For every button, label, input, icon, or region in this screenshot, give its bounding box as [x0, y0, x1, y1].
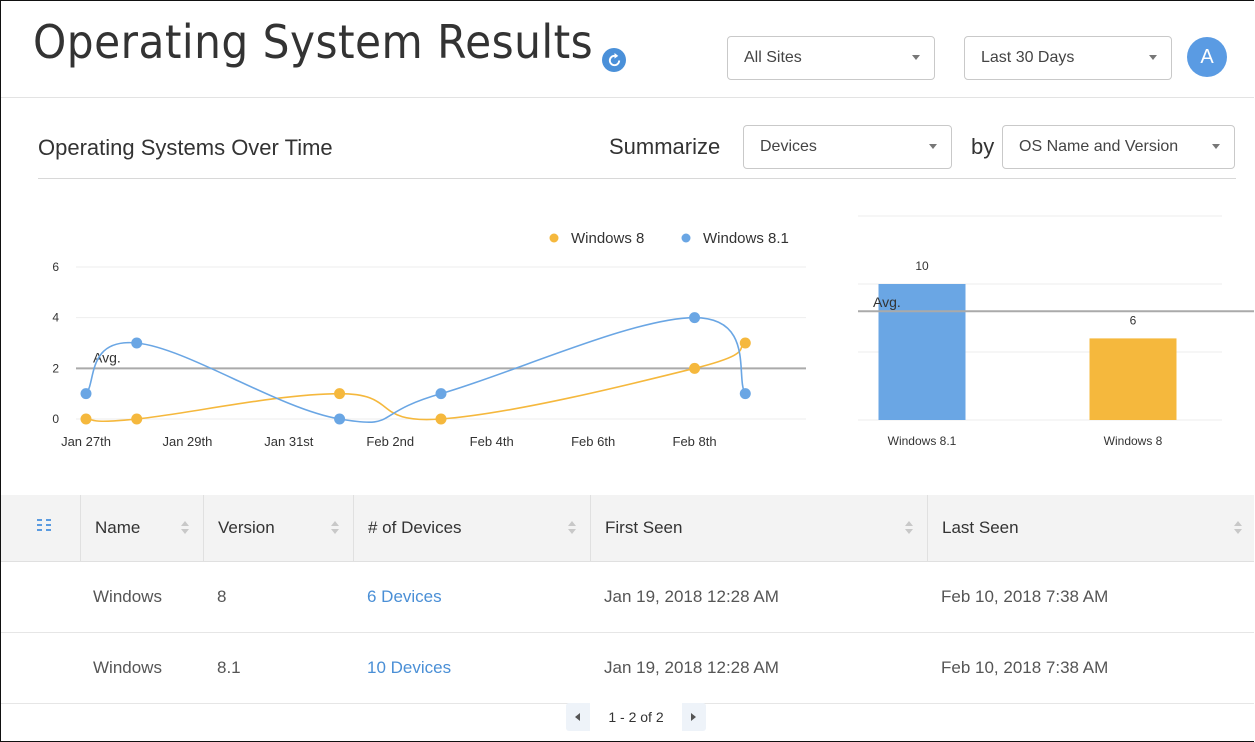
- x-tick-label: Windows 8.1: [888, 434, 957, 448]
- series-line-2: [85, 316, 746, 424]
- sort-icon[interactable]: [331, 521, 339, 535]
- legend-marker: [549, 233, 559, 243]
- data-point: [80, 388, 92, 400]
- data-point: [131, 413, 143, 425]
- chevron-down-icon: [929, 144, 937, 149]
- cell-first-seen: Jan 19, 2018 12:28 AM: [604, 658, 779, 677]
- column-header-first-seen[interactable]: First Seen: [590, 495, 927, 561]
- date-range-value: Last 30 Days: [981, 49, 1075, 66]
- sites-select[interactable]: All Sites: [727, 36, 935, 80]
- data-label: 6: [1130, 313, 1137, 327]
- x-tick-label: Feb 2nd: [366, 434, 414, 449]
- app-frame: Operating System Results All Sites Last …: [0, 0, 1254, 742]
- devices-link[interactable]: 10 Devices: [367, 633, 451, 703]
- data-point: [739, 388, 751, 400]
- sort-icon[interactable]: [568, 521, 576, 535]
- column-header-last-seen[interactable]: Last Seen: [927, 495, 1254, 561]
- header-bar: Operating System Results All Sites Last …: [1, 1, 1254, 98]
- bar-chart: 10 Windows 8.1 6 Windows 8 Avg.: [858, 215, 1254, 448]
- data-point: [131, 337, 143, 349]
- data-point: [689, 312, 701, 324]
- column-header-devices[interactable]: # of Devices: [353, 495, 590, 561]
- chevron-down-icon: [912, 55, 920, 60]
- average-label: Avg.: [93, 349, 121, 365]
- group-by-select[interactable]: OS Name and Version: [1002, 125, 1235, 169]
- columns-icon[interactable]: [37, 519, 53, 533]
- pagination-label: 1 - 2 of 2: [590, 703, 682, 731]
- sort-icon[interactable]: [181, 521, 189, 535]
- cell-version: 8.1: [217, 658, 241, 677]
- column-header-version[interactable]: Version: [203, 495, 353, 561]
- chevron-down-icon: [1212, 144, 1220, 149]
- y-tick-label: 0: [52, 412, 59, 426]
- cell-first-seen: Jan 19, 2018 12:28 AM: [604, 587, 779, 606]
- table-header: Name Version # of Devices First Seen Las…: [1, 495, 1254, 562]
- sort-icon[interactable]: [1234, 521, 1242, 535]
- data-point: [80, 413, 92, 425]
- data-label: 10: [915, 259, 929, 273]
- x-tick-label: Feb 6th: [571, 434, 615, 449]
- data-point: [689, 362, 701, 374]
- data-point: [334, 413, 346, 425]
- refresh-icon[interactable]: [602, 48, 626, 72]
- table-row[interactable]: Windows 8.1 10 Devices Jan 19, 2018 12:2…: [1, 633, 1254, 704]
- y-tick-label: 2: [52, 361, 59, 375]
- divider: [38, 178, 1236, 179]
- data-point: [334, 388, 346, 400]
- table-row[interactable]: Windows 8 6 Devices Jan 19, 2018 12:28 A…: [1, 562, 1254, 633]
- cell-version: 8: [217, 587, 227, 606]
- prev-page-icon[interactable]: [566, 703, 590, 731]
- series-line-1: [85, 342, 746, 423]
- legend-label: Windows 8: [571, 230, 644, 247]
- x-tick-label: Feb 8th: [673, 434, 717, 449]
- sort-icon[interactable]: [905, 521, 913, 535]
- avatar[interactable]: A: [1187, 37, 1227, 77]
- bar: [1089, 338, 1177, 420]
- summarize-select-value: Devices: [760, 138, 817, 155]
- by-label: by: [971, 134, 995, 159]
- average-label: Avg.: [873, 294, 901, 310]
- next-page-icon[interactable]: [682, 703, 706, 731]
- y-tick-label: 4: [52, 311, 59, 325]
- date-range-select[interactable]: Last 30 Days: [964, 36, 1172, 80]
- x-tick-label: Jan 27th: [61, 434, 111, 449]
- cell-name: Windows: [93, 658, 162, 677]
- cell-name: Windows: [93, 587, 162, 606]
- x-tick-label: Jan 29th: [162, 434, 212, 449]
- section-title: Operating Systems Over Time: [38, 135, 333, 160]
- legend-marker: [681, 233, 691, 243]
- group-by-select-value: OS Name and Version: [1019, 138, 1179, 155]
- x-tick-label: Feb 4th: [470, 434, 514, 449]
- column-header-name[interactable]: Name: [80, 495, 203, 561]
- x-tick-label: Jan 31st: [264, 434, 314, 449]
- page-title: Operating System Results: [33, 15, 594, 69]
- summarize-select[interactable]: Devices: [743, 125, 952, 169]
- data-point: [739, 337, 751, 349]
- data-point: [435, 413, 447, 425]
- chevron-down-icon: [1149, 55, 1157, 60]
- pagination: 1 - 2 of 2: [566, 703, 706, 731]
- summarize-label: Summarize: [609, 134, 721, 159]
- data-point: [435, 388, 447, 400]
- cell-last-seen: Feb 10, 2018 7:38 AM: [941, 658, 1109, 677]
- sites-select-value: All Sites: [744, 49, 802, 66]
- cell-last-seen: Feb 10, 2018 7:38 AM: [941, 587, 1109, 606]
- legend-label: Windows 8.1: [703, 230, 789, 247]
- devices-link[interactable]: 6 Devices: [367, 562, 442, 632]
- y-tick-label: 6: [52, 260, 59, 274]
- line-chart: 0 2 4 6 Jan 27th Jan 29th Jan 31st Feb 2nd Feb 4…: [52, 230, 806, 449]
- x-tick-label: Windows 8: [1104, 434, 1163, 448]
